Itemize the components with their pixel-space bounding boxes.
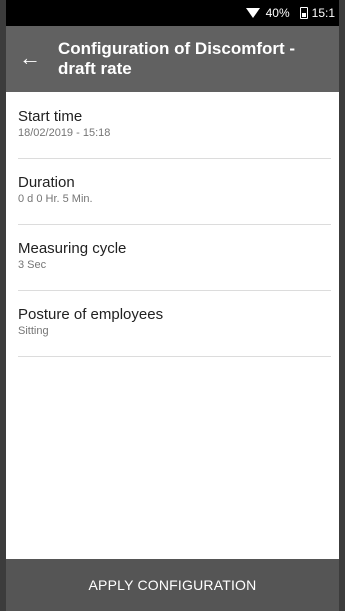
setting-label: Posture of employees xyxy=(18,306,164,323)
setting-value: Sitting xyxy=(18,325,49,337)
arrow-left-icon[interactable]: ← xyxy=(18,46,42,70)
setting-posture[interactable]: Posture of employees Sitting xyxy=(18,290,331,357)
status-bar: 40% 15:1 xyxy=(6,0,339,26)
setting-label: Duration xyxy=(18,174,75,191)
status-time: 15:1 xyxy=(311,6,335,20)
device-frame: 40% 15:1 ← Configuration of Discomfort -… xyxy=(0,0,345,611)
settings-list: Start time 18/02/2019 - 15:18 Duration 0… xyxy=(6,92,339,559)
setting-value: 18/02/2019 - 15:18 xyxy=(18,127,111,139)
battery-icon xyxy=(299,7,308,19)
page-title: Configuration of Discomfort - draft rate xyxy=(58,39,296,78)
setting-value: 0 d 0 Hr. 5 Min. xyxy=(18,193,93,205)
setting-duration[interactable]: Duration 0 d 0 Hr. 5 Min. xyxy=(18,158,331,225)
status-indicators: 40% 15:1 xyxy=(245,0,335,26)
apply-configuration-button[interactable]: APPLY CONFIGURATION xyxy=(6,559,339,611)
app-bar: ← Configuration of Discomfort - draft ra… xyxy=(6,26,339,92)
setting-value: 3 Sec xyxy=(18,259,47,271)
setting-label: Measuring cycle xyxy=(18,240,127,257)
wifi-icon xyxy=(245,8,260,18)
setting-start-time[interactable]: Start time 18/02/2019 - 15:18 xyxy=(18,92,331,159)
setting-label: Start time xyxy=(18,108,83,125)
setting-measuring-cycle[interactable]: Measuring cycle 3 Sec xyxy=(18,224,331,291)
battery-percent: 40% xyxy=(265,6,290,20)
